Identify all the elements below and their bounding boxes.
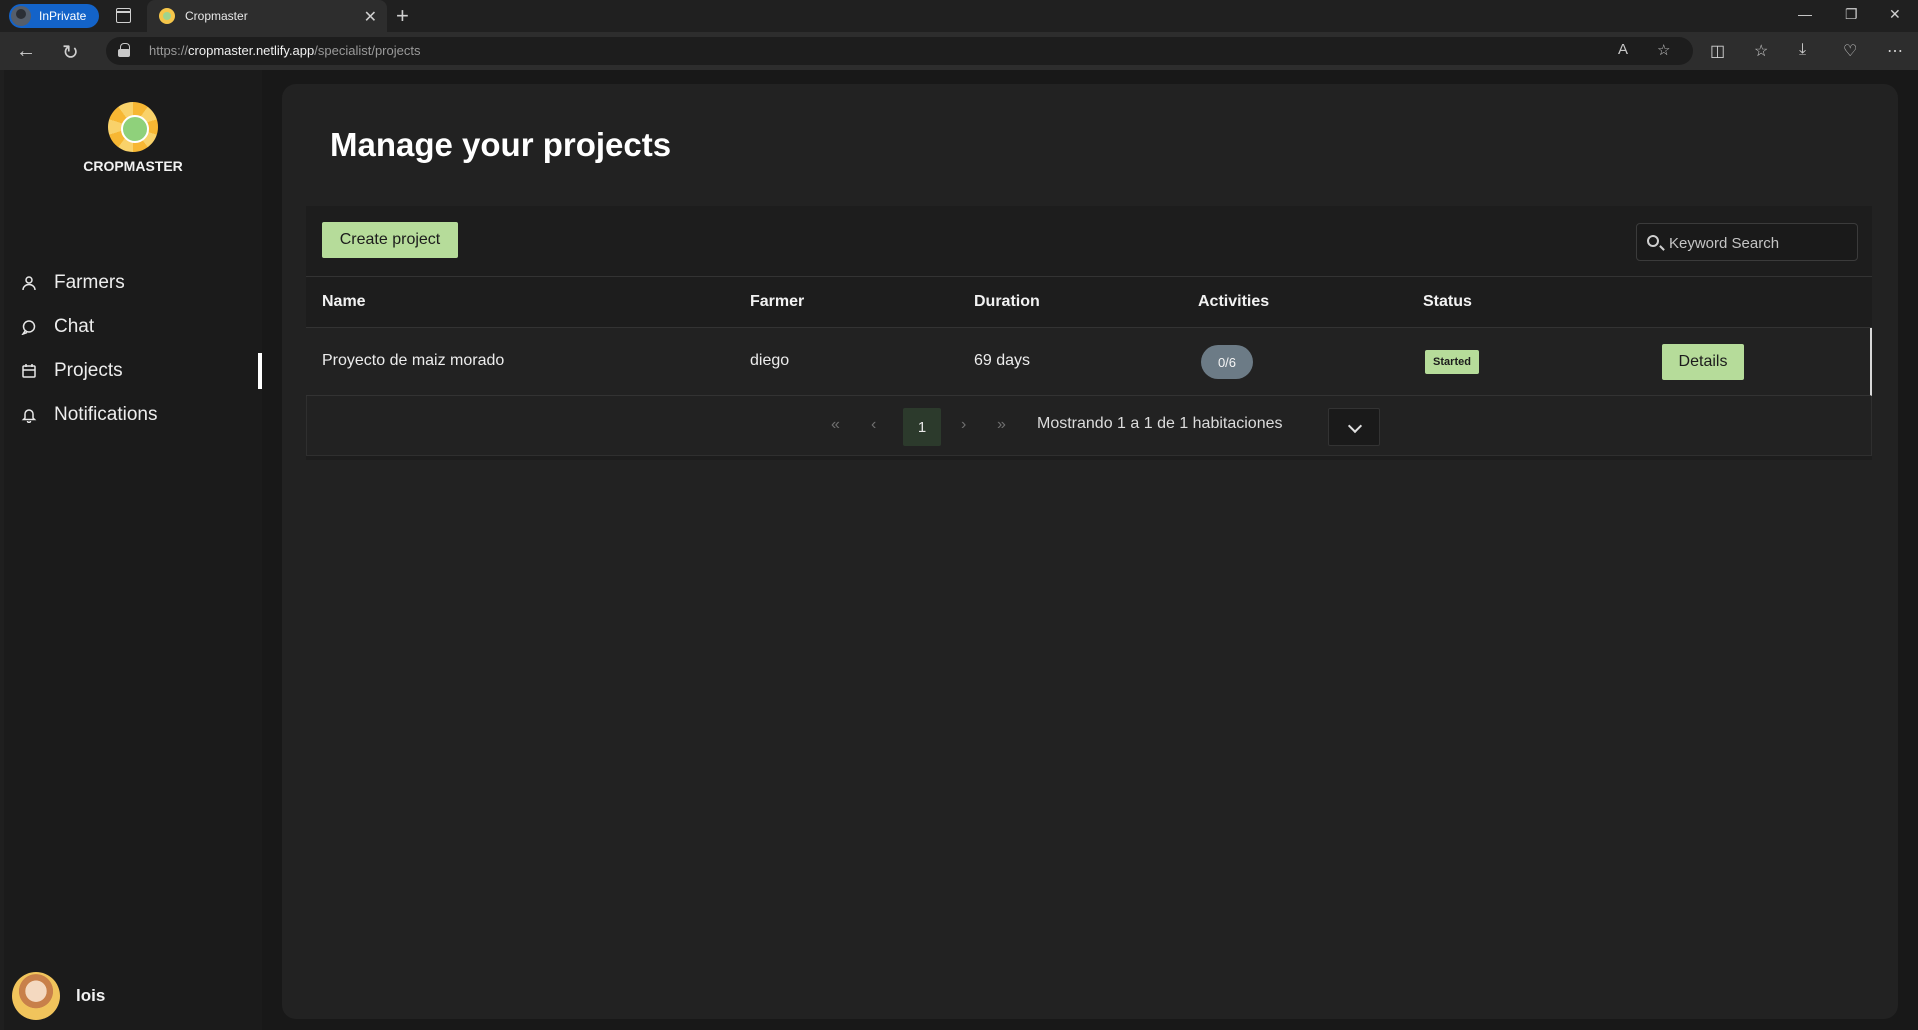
tab-title: Cropmaster: [185, 9, 248, 23]
first-page-icon[interactable]: «: [831, 416, 840, 434]
sidebar: CROPMASTER Farmers Chat Projects Notific…: [4, 70, 262, 1030]
calendar-icon: [18, 360, 40, 382]
sidebar-item-label: Notifications: [54, 404, 158, 425]
project-name: Proyecto de maiz morado: [322, 352, 505, 369]
page-number-current[interactable]: 1: [903, 408, 941, 446]
tab-close-icon[interactable]: ✕: [364, 7, 377, 27]
sidebar-item-projects[interactable]: Projects: [18, 351, 262, 391]
user-profile[interactable]: lois: [12, 972, 105, 1020]
sidebar-item-notifications[interactable]: Notifications: [18, 395, 262, 435]
cropmaster-favicon-icon: [159, 8, 175, 24]
favorite-star-icon[interactable]: ☆: [1657, 41, 1670, 59]
minimize-button[interactable]: —: [1798, 6, 1812, 22]
column-header-name[interactable]: Name: [322, 293, 366, 311]
search-icon: [1647, 235, 1659, 247]
new-tab-button[interactable]: +: [396, 3, 409, 29]
url-text: https://cropmaster.netlify.app/specialis…: [149, 43, 421, 58]
inprivate-label: InPrivate: [39, 9, 87, 23]
activities-badge: 0/6: [1201, 345, 1253, 379]
pagination: « ‹ 1 › » Mostrando 1 a 1 de 1 habitacio…: [306, 396, 1872, 456]
table-row: Proyecto de maiz morado diego 69 days 0/…: [306, 328, 1872, 396]
sidebar-item-farmers[interactable]: Farmers: [18, 263, 262, 303]
status-badge: Started: [1425, 350, 1479, 374]
cropmaster-logo: [108, 102, 158, 152]
url-field[interactable]: https://cropmaster.netlify.app/specialis…: [106, 37, 1693, 65]
project-duration: 69 days: [974, 352, 1031, 369]
browser-tab-bar: InPrivate Cropmaster ✕ + — ❐ ✕: [0, 0, 1918, 32]
projects-table-card: Create project Name Farmer Duration Acti…: [306, 206, 1872, 460]
main-panel: Manage your projects Create project Name…: [282, 84, 1898, 1019]
page-title: Manage your projects: [330, 126, 672, 163]
user-icon: [18, 272, 40, 294]
window-close-button[interactable]: ✕: [1889, 6, 1901, 23]
last-page-icon[interactable]: »: [997, 416, 1006, 434]
create-project-button[interactable]: Create project: [322, 222, 458, 258]
column-header-duration[interactable]: Duration: [974, 293, 1040, 311]
details-button[interactable]: Details: [1662, 344, 1744, 380]
user-name: lois: [76, 986, 106, 1005]
lock-icon: [118, 43, 130, 57]
browser-address-bar: ← ↻ https://cropmaster.netlify.app/speci…: [0, 32, 1918, 70]
back-arrow-icon[interactable]: ←: [16, 40, 36, 63]
pagination-info: Mostrando 1 a 1 de 1 habitaciones: [1037, 415, 1283, 432]
search-input[interactable]: [1669, 232, 1849, 254]
downloads-icon[interactable]: ⤓: [1799, 41, 1806, 59]
column-header-activities[interactable]: Activities: [1198, 293, 1269, 311]
refresh-icon[interactable]: ↻: [62, 40, 79, 65]
split-screen-icon[interactable]: ◫: [1710, 41, 1725, 61]
inprivate-profile-button[interactable]: InPrivate: [9, 4, 99, 28]
column-header-status[interactable]: Status: [1423, 293, 1472, 311]
prev-page-icon[interactable]: ‹: [871, 416, 876, 434]
project-farmer: diego: [750, 352, 790, 369]
app-root: CROPMASTER Farmers Chat Projects Notific…: [4, 70, 1918, 1030]
read-aloud-icon[interactable]: A: [1618, 41, 1628, 58]
sidebar-item-label: Chat: [54, 316, 95, 337]
favorites-icon[interactable]: ☆: [1754, 41, 1768, 61]
sidebar-item-chat[interactable]: Chat: [18, 307, 262, 347]
sidebar-item-label: Projects: [54, 360, 123, 381]
more-menu-icon[interactable]: ⋯: [1887, 41, 1903, 61]
next-page-icon[interactable]: ›: [961, 416, 966, 434]
profile-avatar-icon: [11, 6, 31, 26]
browser-tab-cropmaster[interactable]: Cropmaster ✕: [147, 0, 387, 32]
avatar: [12, 972, 60, 1020]
sidebar-item-label: Farmers: [54, 272, 125, 293]
browser-essentials-icon[interactable]: ♡: [1843, 41, 1857, 61]
bell-icon: [18, 404, 40, 426]
table-header: Name Farmer Duration Activities Status: [306, 276, 1872, 328]
page-size-dropdown[interactable]: [1328, 408, 1380, 446]
keyword-search: [1636, 223, 1858, 261]
restore-button[interactable]: ❐: [1845, 6, 1858, 23]
tab-actions-icon[interactable]: [116, 8, 131, 23]
column-header-farmer[interactable]: Farmer: [750, 293, 804, 311]
brand-name: CROPMASTER: [83, 158, 183, 174]
chat-icon: [18, 316, 40, 338]
